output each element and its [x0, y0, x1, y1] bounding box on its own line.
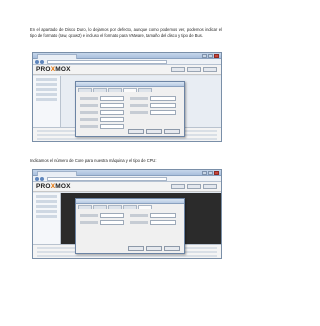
dialog-button	[128, 246, 144, 251]
tree-item	[36, 78, 57, 81]
form-row	[80, 110, 180, 115]
dialog-tab	[78, 88, 92, 92]
instruction-paragraph-disk: En el apartado de Disco Duro, lo dejamos…	[30, 27, 222, 38]
minimize-icon	[202, 171, 207, 175]
field-label	[80, 125, 98, 128]
field-label	[80, 118, 98, 121]
dialog-tab-active	[138, 205, 152, 209]
proxmox-header: PROXMOX	[33, 65, 221, 75]
header-button	[187, 67, 201, 72]
dialog-button	[146, 129, 162, 134]
dialog-tab	[93, 88, 107, 92]
header-button	[187, 184, 201, 189]
tree-item	[36, 93, 57, 96]
header-button	[171, 184, 185, 189]
field-input	[100, 103, 124, 108]
minimize-icon	[202, 54, 207, 58]
field-input	[100, 117, 124, 122]
field-label	[80, 104, 98, 107]
field-input	[100, 96, 124, 101]
log-row	[37, 255, 217, 257]
field-label	[80, 97, 98, 100]
dialog-tab	[93, 205, 107, 209]
instruction-paragraph-cpu: Indicamos el número de Core para nuestra…	[30, 158, 157, 163]
dialog-tab	[123, 205, 137, 209]
field-input	[100, 213, 124, 218]
field-input	[100, 110, 124, 115]
dialog-tab	[108, 88, 122, 92]
screenshot-hard-disk-dialog: PROXMOX	[32, 52, 222, 142]
field-label	[80, 214, 98, 217]
header-button	[171, 67, 185, 72]
field-input	[150, 103, 176, 108]
field-input	[100, 220, 124, 225]
tree-item	[36, 195, 57, 198]
header-button	[203, 67, 217, 72]
forward-icon	[40, 60, 44, 64]
maximize-icon	[208, 54, 213, 58]
back-icon	[35, 177, 39, 181]
proxmox-header: PROXMOX	[33, 182, 221, 192]
dialog-tabs	[76, 87, 184, 92]
window-controls	[202, 171, 219, 175]
address-bar	[47, 177, 167, 181]
field-input	[150, 96, 176, 101]
close-icon	[214, 171, 219, 175]
dialog-tabs	[76, 204, 184, 209]
back-icon	[35, 60, 39, 64]
dialog-tab	[78, 205, 92, 209]
field-input	[100, 124, 124, 129]
dialog-button	[146, 246, 162, 251]
form-row	[80, 103, 180, 108]
field-label	[130, 214, 148, 217]
dialog-tab-active	[123, 88, 137, 92]
proxmox-logo: PROXMOX	[36, 66, 71, 73]
window-controls	[202, 54, 219, 58]
field-label	[130, 104, 148, 107]
forward-icon	[40, 177, 44, 181]
field-label	[130, 221, 148, 224]
screenshot-cpu-dialog: PROXMOX	[32, 169, 222, 259]
tree-item	[36, 83, 57, 86]
dialog-button	[128, 129, 144, 134]
proxmox-logo: PROXMOX	[36, 183, 71, 190]
dialog-button	[164, 246, 180, 251]
dialog-button	[164, 129, 180, 134]
resource-tree	[33, 76, 61, 127]
field-label	[130, 97, 148, 100]
dialog-tab	[108, 205, 122, 209]
maximize-icon	[208, 171, 213, 175]
field-label	[130, 111, 148, 114]
form-row	[80, 220, 180, 225]
header-buttons	[171, 67, 217, 72]
tree-item	[36, 88, 57, 91]
tree-item	[36, 98, 57, 101]
tree-item	[36, 215, 57, 218]
field-label	[80, 221, 98, 224]
tree-item	[36, 210, 57, 213]
header-button	[203, 184, 217, 189]
header-buttons	[171, 184, 217, 189]
field-input	[150, 110, 176, 115]
form-row	[80, 213, 180, 218]
log-row	[37, 138, 217, 140]
create-vm-dialog	[75, 81, 185, 137]
address-bar	[47, 60, 167, 64]
form-row	[80, 117, 180, 122]
field-label	[80, 111, 98, 114]
create-vm-dialog	[75, 198, 185, 254]
tree-item	[36, 200, 57, 203]
field-input	[150, 213, 176, 218]
dialog-tab	[138, 88, 152, 92]
form-row	[80, 96, 180, 101]
field-input	[150, 220, 176, 225]
resource-tree	[33, 193, 61, 244]
tree-item	[36, 205, 57, 208]
close-icon	[214, 54, 219, 58]
